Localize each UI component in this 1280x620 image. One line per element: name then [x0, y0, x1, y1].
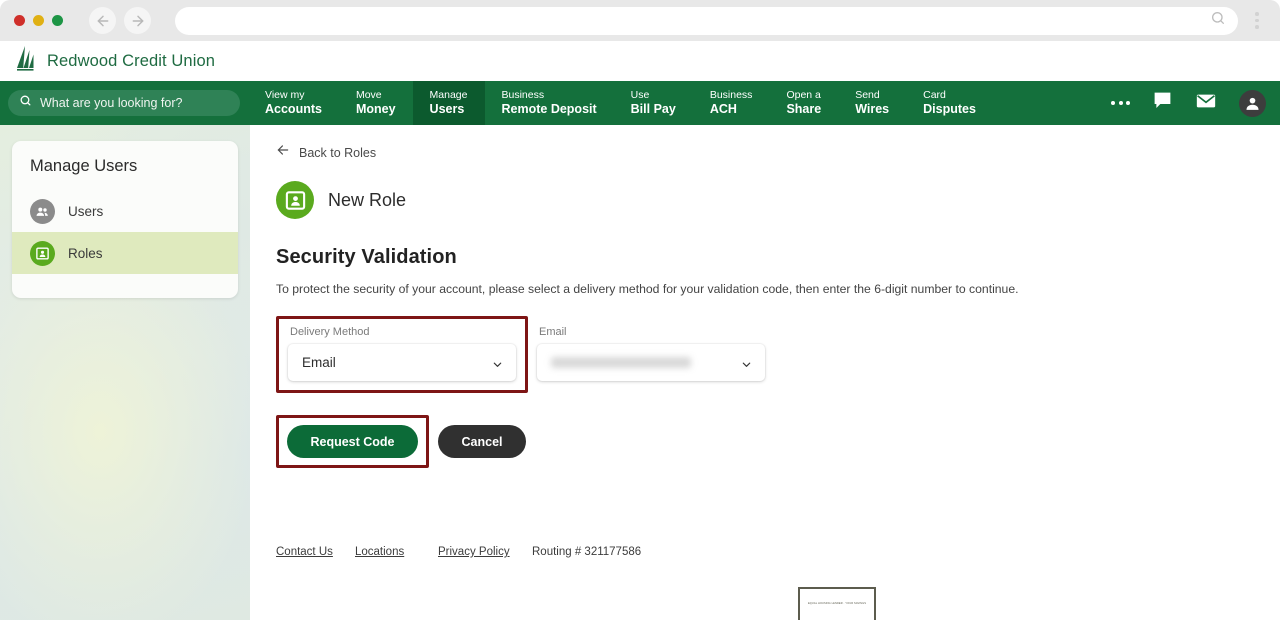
minimize-window-button[interactable]	[33, 15, 44, 26]
chevron-down-icon	[492, 357, 503, 368]
brand-name: Redwood Credit Union	[47, 52, 215, 71]
primary-navigation: What are you looking for? View my Accoun…	[0, 81, 1280, 125]
sidebar-item-label: Roles	[68, 246, 103, 261]
form-fields-row: Delivery Method Email Email	[276, 316, 1280, 393]
nav-item-bottom-label: ACH	[710, 102, 753, 117]
nav-item-top-label: Business	[502, 89, 597, 102]
nav-item-manage-users[interactable]: Manage Users	[413, 81, 485, 125]
email-label: Email	[537, 326, 765, 338]
page-body: Manage Users Users Roles Back to Roles	[0, 125, 1280, 620]
nav-item-accounts[interactable]: View my Accounts	[248, 81, 339, 125]
nav-item-top-label: Business	[710, 89, 753, 102]
footer-link-contact-us[interactable]: Contact Us	[276, 546, 355, 558]
envelope-icon[interactable]	[1195, 90, 1217, 117]
email-value-redacted	[551, 357, 691, 368]
main-content: Back to Roles New Role Security Validati…	[250, 125, 1280, 620]
nav-item-bottom-label: Wires	[855, 102, 889, 117]
nav-item-bottom-label: Share	[786, 102, 821, 117]
nav-item-move-money[interactable]: Move Money	[339, 81, 413, 125]
nav-item-bottom-label: Disputes	[923, 102, 976, 117]
nav-item-top-label: View my	[265, 89, 322, 102]
nav-right-icons	[1111, 81, 1280, 125]
nav-items: View my Accounts Move Money Manage Users…	[248, 81, 993, 125]
cancel-button[interactable]: Cancel	[438, 425, 526, 458]
request-code-highlight: Request Code	[276, 415, 429, 468]
nav-item-bottom-label: Bill Pay	[631, 102, 676, 117]
sidebar-card-footer	[12, 274, 238, 298]
nav-item-bottom-label: Users	[430, 102, 468, 117]
action-buttons-row: Request Code Cancel	[276, 415, 1280, 468]
delivery-method-label: Delivery Method	[288, 326, 516, 338]
email-field: Email	[537, 326, 765, 381]
footer-link-privacy-policy[interactable]: Privacy Policy	[438, 546, 532, 558]
redwood-tree-logo	[14, 45, 38, 77]
delivery-method-highlight: Delivery Method Email	[276, 316, 528, 393]
sidebar-title: Manage Users	[12, 141, 238, 190]
chevron-down-icon	[741, 357, 752, 368]
sidebar: Manage Users Users Roles	[0, 125, 250, 620]
ncua-logo: EQUAL HOUSING LENDER · YOUR SAVINGS FEDE…	[798, 587, 876, 620]
nav-item-card-disputes[interactable]: Card Disputes	[906, 81, 993, 125]
footer-links: Contact Us Locations Privacy Policy Rout…	[276, 546, 1280, 558]
sidebar-item-roles[interactable]: Roles	[12, 232, 238, 274]
request-code-button[interactable]: Request Code	[287, 425, 418, 458]
delivery-method-field: Delivery Method Email	[288, 326, 516, 381]
maximize-window-button[interactable]	[52, 15, 63, 26]
browser-nav-arrows[interactable]	[89, 7, 151, 34]
nav-item-top-label: Send	[855, 89, 889, 102]
sidebar-item-users[interactable]: Users	[12, 190, 238, 232]
search-input[interactable]: What are you looking for?	[8, 90, 240, 116]
email-select[interactable]	[537, 344, 765, 381]
brand-bar: Redwood Credit Union	[0, 41, 1280, 81]
footer-bottom: Redwood Credit Union is federally insure…	[276, 587, 1280, 620]
nav-item-send-wires[interactable]: Send Wires	[838, 81, 906, 125]
email-field-wrap: Email	[528, 316, 774, 393]
nav-item-ach[interactable]: Business ACH	[693, 81, 770, 125]
nav-item-top-label: Card	[923, 89, 976, 102]
role-badge-icon	[276, 181, 314, 219]
window-controls[interactable]	[14, 15, 63, 26]
nav-item-bill-pay[interactable]: Use Bill Pay	[614, 81, 693, 125]
nav-item-bottom-label: Accounts	[265, 102, 322, 117]
kebab-menu-icon[interactable]	[1244, 10, 1270, 31]
page-title: New Role	[328, 190, 406, 211]
delivery-method-value: Email	[302, 355, 336, 370]
forward-arrow-icon[interactable]	[124, 7, 151, 34]
role-header: New Role	[276, 181, 1280, 219]
section-title: Security Validation	[276, 246, 1280, 269]
routing-number: Routing # 321177586	[532, 546, 641, 558]
search-icon	[1210, 10, 1226, 31]
browser-chrome	[0, 0, 1280, 41]
nav-item-remote-deposit[interactable]: Business Remote Deposit	[485, 81, 614, 125]
back-to-roles-link[interactable]: Back to Roles	[276, 143, 1280, 162]
arrow-left-icon	[276, 143, 290, 162]
url-bar[interactable]	[175, 7, 1238, 35]
users-group-icon	[30, 199, 55, 224]
back-to-roles-label: Back to Roles	[299, 146, 376, 160]
close-window-button[interactable]	[14, 15, 25, 26]
section-description: To protect the security of your account,…	[276, 282, 1280, 296]
nav-item-top-label: Move	[356, 89, 396, 102]
ncua-fine-print: EQUAL HOUSING LENDER · YOUR SAVINGS FEDE…	[806, 602, 868, 620]
chat-bubble-icon[interactable]	[1152, 90, 1173, 116]
role-badge-icon	[30, 241, 55, 266]
nav-item-bottom-label: Money	[356, 102, 396, 117]
footer-link-locations[interactable]: Locations	[355, 546, 438, 558]
nav-item-bottom-label: Remote Deposit	[502, 102, 597, 117]
sidebar-card: Manage Users Users Roles	[12, 141, 238, 298]
search-placeholder: What are you looking for?	[40, 96, 182, 110]
nav-item-top-label: Open a	[786, 89, 821, 102]
footer-seals: EQUAL HOUSING LENDER · YOUR SAVINGS FEDE…	[716, 587, 876, 620]
back-arrow-icon[interactable]	[89, 7, 116, 34]
delivery-method-select[interactable]: Email	[288, 344, 516, 381]
user-avatar-icon[interactable]	[1239, 90, 1266, 117]
more-horizontal-icon[interactable]	[1111, 101, 1130, 105]
footer: Contact Us Locations Privacy Policy Rout…	[276, 546, 1280, 620]
nav-item-open-share[interactable]: Open a Share	[769, 81, 838, 125]
search-icon	[19, 94, 32, 112]
nav-item-top-label: Use	[631, 89, 676, 102]
nav-search-wrap: What are you looking for?	[0, 81, 248, 125]
sidebar-item-label: Users	[68, 204, 103, 219]
nav-item-top-label: Manage	[430, 89, 468, 102]
